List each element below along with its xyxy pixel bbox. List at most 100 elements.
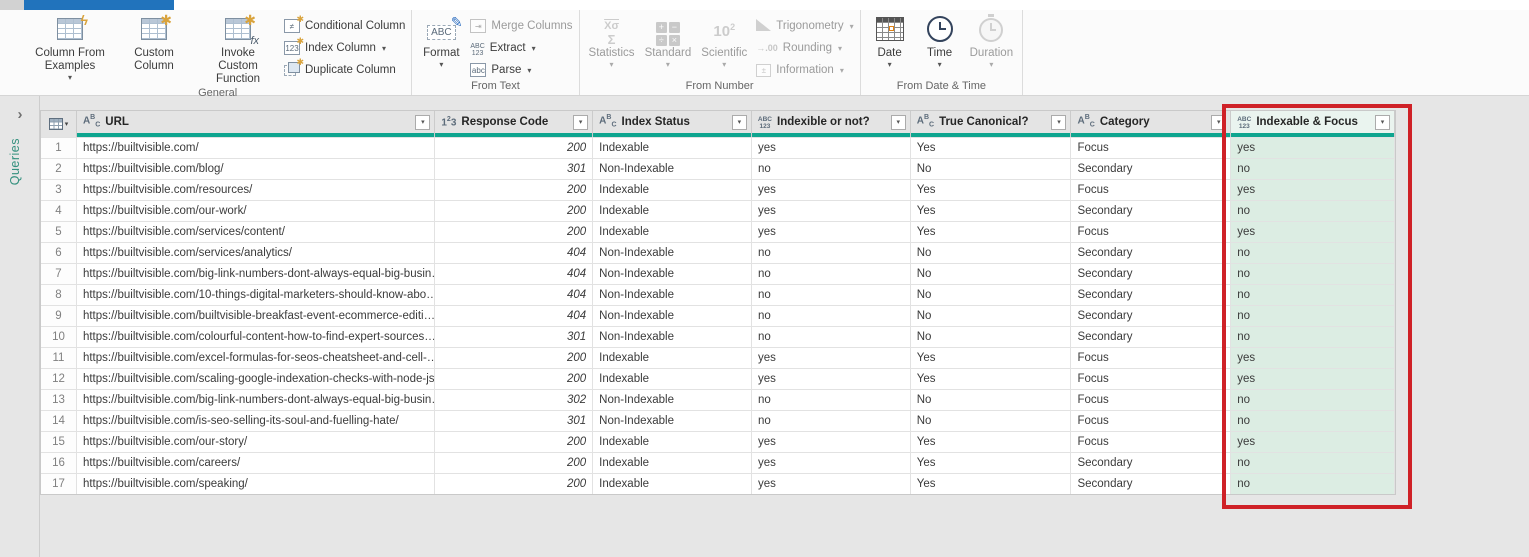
expand-queries-pane-icon[interactable]: › <box>0 106 40 123</box>
cell-response-code[interactable]: 200 <box>435 201 594 221</box>
cell-index-status[interactable]: Indexable <box>593 138 752 158</box>
cell-index-status[interactable]: Non-Indexable <box>593 411 752 431</box>
cell-response-code[interactable]: 301 <box>435 159 594 179</box>
cell-true-canonical[interactable]: Yes <box>911 138 1072 158</box>
row-number[interactable]: 3 <box>41 180 77 200</box>
cell-index-status[interactable]: Indexable <box>593 453 752 473</box>
cell-true-canonical[interactable]: No <box>911 390 1072 410</box>
filter-button[interactable]: ▾ <box>415 115 431 130</box>
cell-category[interactable]: Focus <box>1071 369 1232 389</box>
cell-indexible-or-not[interactable]: yes <box>752 474 911 494</box>
column-header-index-status[interactable]: ABC Index Status ▾ <box>593 111 752 137</box>
cell-url[interactable]: https://builtvisible.com/blog/ <box>77 159 436 179</box>
cell-response-code[interactable]: 302 <box>435 390 594 410</box>
column-header-indexable-focus[interactable]: ABC 123 Indexable & Focus ▾ <box>1231 111 1395 137</box>
cell-true-canonical[interactable]: No <box>911 411 1072 431</box>
cell-category[interactable]: Secondary <box>1071 159 1232 179</box>
cell-indexible-or-not[interactable]: no <box>752 285 911 305</box>
cell-indexable-focus[interactable]: yes <box>1231 138 1395 158</box>
filter-button[interactable]: ▾ <box>1051 115 1067 130</box>
row-number[interactable]: 9 <box>41 306 77 326</box>
information-button[interactable]: ± Information ▾ <box>756 61 853 79</box>
cell-indexable-focus[interactable]: yes <box>1231 432 1395 452</box>
column-header-indexible-or-not[interactable]: ABC 123 Indexible or not? ▾ <box>751 111 911 137</box>
scientific-button[interactable]: 102 Scientific ▾ <box>696 13 752 69</box>
cell-response-code[interactable]: 200 <box>435 432 594 452</box>
cell-category[interactable]: Secondary <box>1071 201 1232 221</box>
cell-true-canonical[interactable]: Yes <box>911 222 1072 242</box>
cell-index-status[interactable]: Non-Indexable <box>593 243 752 263</box>
cell-indexable-focus[interactable]: no <box>1231 201 1395 221</box>
cell-true-canonical[interactable]: No <box>911 306 1072 326</box>
row-number[interactable]: 2 <box>41 159 77 179</box>
cell-category[interactable]: Secondary <box>1071 243 1232 263</box>
row-number[interactable]: 6 <box>41 243 77 263</box>
filter-button[interactable]: ▾ <box>890 115 906 130</box>
cell-url[interactable]: https://builtvisible.com/colourful-conte… <box>77 327 436 347</box>
cell-response-code[interactable]: 404 <box>435 306 594 326</box>
duration-button[interactable]: Duration ▾ <box>965 13 1018 69</box>
cell-indexable-focus[interactable]: no <box>1231 285 1395 305</box>
extract-button[interactable]: ABC 123 Extract ▾ <box>470 39 572 57</box>
index-column-button[interactable]: 123 ✱ Index Column ▾ <box>284 36 405 57</box>
cell-response-code[interactable]: 200 <box>435 180 594 200</box>
filter-button[interactable]: ▾ <box>1211 115 1227 130</box>
cell-category[interactable]: Secondary <box>1071 474 1232 494</box>
cell-url[interactable]: https://builtvisible.com/big-link-number… <box>77 390 436 410</box>
cell-url[interactable]: https://builtvisible.com/10-things-digit… <box>77 285 436 305</box>
cell-indexible-or-not[interactable]: yes <box>752 369 911 389</box>
cell-response-code[interactable]: 200 <box>435 138 594 158</box>
cell-url[interactable]: https://builtvisible.com/big-link-number… <box>77 264 436 284</box>
cell-indexable-focus[interactable]: no <box>1231 411 1395 431</box>
cell-response-code[interactable]: 404 <box>435 243 594 263</box>
cell-category[interactable]: Focus <box>1071 138 1232 158</box>
cell-indexable-focus[interactable]: no <box>1231 306 1395 326</box>
row-number[interactable]: 14 <box>41 411 77 431</box>
cell-category[interactable]: Secondary <box>1071 306 1232 326</box>
cell-index-status[interactable]: Indexable <box>593 432 752 452</box>
cell-indexible-or-not[interactable]: yes <box>752 432 911 452</box>
cell-url[interactable]: https://builtvisible.com/services/conten… <box>77 222 436 242</box>
conditional-column-button[interactable]: ≠ ✱ Conditional Column <box>284 14 405 35</box>
cell-true-canonical[interactable]: Yes <box>911 453 1072 473</box>
cell-response-code[interactable]: 200 <box>435 222 594 242</box>
trigonometry-button[interactable]: Trigonometry ▾ <box>756 17 854 35</box>
column-header-response-code[interactable]: 123 Response Code ▾ <box>435 111 594 137</box>
cell-indexible-or-not[interactable]: no <box>752 306 911 326</box>
cell-index-status[interactable]: Indexable <box>593 201 752 221</box>
row-number[interactable]: 4 <box>41 201 77 221</box>
cell-category[interactable]: Focus <box>1071 411 1232 431</box>
row-number[interactable]: 12 <box>41 369 77 389</box>
cell-response-code[interactable]: 301 <box>435 327 594 347</box>
cell-index-status[interactable]: Non-Indexable <box>593 264 752 284</box>
cell-index-status[interactable]: Non-Indexable <box>593 306 752 326</box>
cell-index-status[interactable]: Indexable <box>593 222 752 242</box>
cell-response-code[interactable]: 200 <box>435 474 594 494</box>
cell-indexible-or-not[interactable]: yes <box>752 348 911 368</box>
row-number[interactable]: 13 <box>41 390 77 410</box>
cell-url[interactable]: https://builtvisible.com/careers/ <box>77 453 436 473</box>
cell-url[interactable]: https://builtvisible.com/our-story/ <box>77 432 436 452</box>
cell-true-canonical[interactable]: No <box>911 327 1072 347</box>
cell-category[interactable]: Secondary <box>1071 453 1232 473</box>
cell-indexible-or-not[interactable]: yes <box>752 138 911 158</box>
cell-url[interactable]: https://builtvisible.com/scaling-google-… <box>77 369 436 389</box>
cell-response-code[interactable]: 200 <box>435 453 594 473</box>
cell-category[interactable]: Focus <box>1071 390 1232 410</box>
row-number[interactable]: 1 <box>41 138 77 158</box>
cell-url[interactable]: https://builtvisible.com/services/analyt… <box>77 243 436 263</box>
cell-indexable-focus[interactable]: no <box>1231 243 1395 263</box>
cell-url[interactable]: https://builtvisible.com/our-work/ <box>77 201 436 221</box>
filter-button[interactable]: ▾ <box>731 115 747 130</box>
cell-category[interactable]: Focus <box>1071 348 1232 368</box>
cell-true-canonical[interactable]: No <box>911 159 1072 179</box>
filter-button[interactable]: ▾ <box>1375 115 1390 130</box>
cell-true-canonical[interactable]: Yes <box>911 201 1072 221</box>
cell-index-status[interactable]: Non-Indexable <box>593 159 752 179</box>
cell-response-code[interactable]: 301 <box>435 411 594 431</box>
cell-index-status[interactable]: Non-Indexable <box>593 285 752 305</box>
cell-response-code[interactable]: 200 <box>435 348 594 368</box>
cell-response-code[interactable]: 404 <box>435 285 594 305</box>
cell-index-status[interactable]: Non-Indexable <box>593 327 752 347</box>
row-number[interactable]: 16 <box>41 453 77 473</box>
